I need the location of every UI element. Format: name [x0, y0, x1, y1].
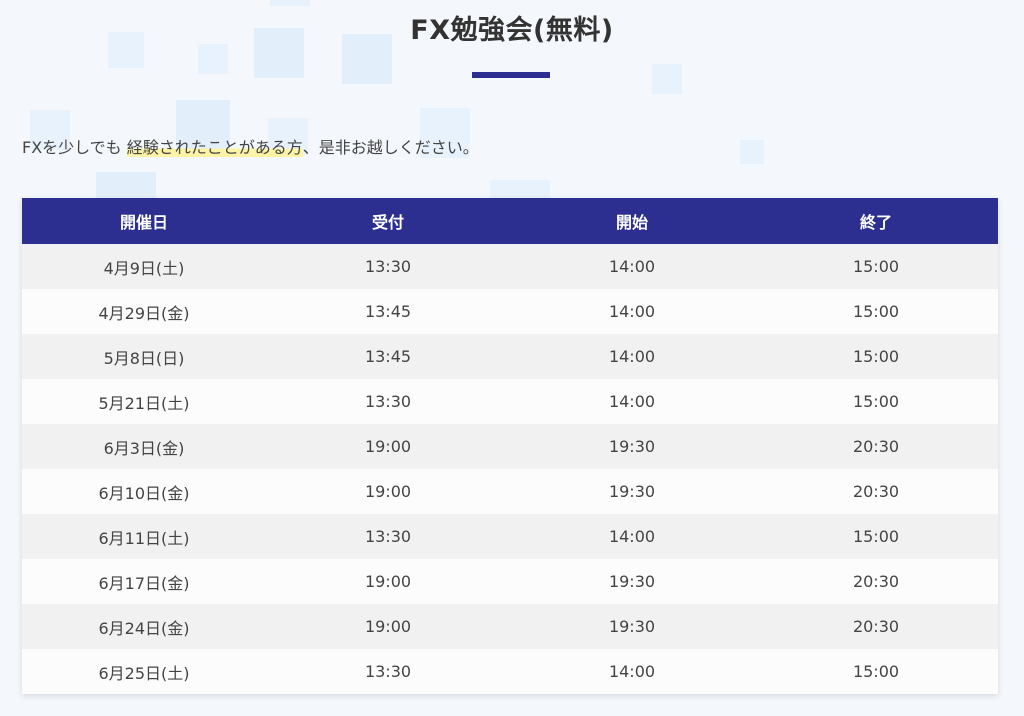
- cell-start: 14:00: [510, 649, 754, 694]
- cell-start: 19:30: [510, 424, 754, 469]
- background-square: [652, 64, 682, 94]
- table-row: 6月10日(金) 19:00 19:30 20:30: [22, 469, 998, 514]
- cell-end: 20:30: [754, 559, 998, 604]
- cell-date: 4月29日(金): [22, 289, 266, 334]
- intro-text-highlight: 経験されたことがある方: [126, 138, 303, 157]
- cell-reception: 19:00: [266, 559, 510, 604]
- column-header-date: 開催日: [22, 198, 266, 244]
- cell-reception: 13:30: [266, 514, 510, 559]
- cell-start: 14:00: [510, 289, 754, 334]
- column-header-end: 終了: [754, 198, 998, 244]
- cell-end: 15:00: [754, 289, 998, 334]
- cell-date: 6月3日(金): [22, 424, 266, 469]
- cell-reception: 13:45: [266, 334, 510, 379]
- cell-date: 5月21日(土): [22, 379, 266, 424]
- cell-end: 15:00: [754, 334, 998, 379]
- page-title: FX勉強会(無料): [410, 15, 614, 46]
- cell-start: 19:30: [510, 469, 754, 514]
- column-header-start: 開始: [510, 198, 754, 244]
- background-square: [198, 44, 228, 74]
- cell-end: 15:00: [754, 379, 998, 424]
- table-row: 4月9日(土) 13:30 14:00 15:00: [22, 244, 998, 289]
- table-row: 5月8日(日) 13:45 14:00 15:00: [22, 334, 998, 379]
- cell-start: 14:00: [510, 379, 754, 424]
- cell-date: 6月11日(土): [22, 514, 266, 559]
- column-header-reception: 受付: [266, 198, 510, 244]
- cell-start: 19:30: [510, 604, 754, 649]
- background-square: [740, 140, 764, 164]
- cell-date: 4月9日(土): [22, 244, 266, 289]
- cell-date: 6月10日(金): [22, 469, 266, 514]
- cell-date: 5月8日(日): [22, 334, 266, 379]
- cell-end: 20:30: [754, 424, 998, 469]
- cell-reception: 13:30: [266, 649, 510, 694]
- cell-end: 15:00: [754, 514, 998, 559]
- cell-date: 6月25日(土): [22, 649, 266, 694]
- intro-text-after: 、是非お越しください。: [302, 138, 479, 157]
- title-underline: [472, 72, 550, 78]
- cell-end: 15:00: [754, 649, 998, 694]
- cell-start: 14:00: [510, 514, 754, 559]
- cell-reception: 19:00: [266, 604, 510, 649]
- table-row: 6月25日(土) 13:30 14:00 15:00: [22, 649, 998, 694]
- background-square: [270, 0, 310, 6]
- cell-reception: 13:45: [266, 289, 510, 334]
- cell-end: 20:30: [754, 469, 998, 514]
- cell-reception: 13:30: [266, 244, 510, 289]
- intro-text: FXを少しでも 経験されたことがある方、是非お越しください。: [22, 134, 479, 158]
- cell-end: 20:30: [754, 604, 998, 649]
- cell-date: 6月17日(金): [22, 559, 266, 604]
- schedule-table: 開催日 受付 開始 終了 4月9日(土) 13:30 14:00 15:00 4…: [22, 198, 998, 694]
- cell-start: 14:00: [510, 334, 754, 379]
- cell-reception: 13:30: [266, 379, 510, 424]
- schedule-table-container: 開催日 受付 開始 終了 4月9日(土) 13:30 14:00 15:00 4…: [22, 198, 998, 694]
- cell-reception: 19:00: [266, 469, 510, 514]
- table-header-row: 開催日 受付 開始 終了: [22, 198, 998, 244]
- cell-reception: 19:00: [266, 424, 510, 469]
- cell-date: 6月24日(金): [22, 604, 266, 649]
- intro-text-before: FXを少しでも: [22, 138, 122, 157]
- cell-start: 19:30: [510, 559, 754, 604]
- cell-end: 15:00: [754, 244, 998, 289]
- table-row: 6月11日(土) 13:30 14:00 15:00: [22, 514, 998, 559]
- cell-start: 14:00: [510, 244, 754, 289]
- table-row: 6月17日(金) 19:00 19:30 20:30: [22, 559, 998, 604]
- table-row: 6月3日(金) 19:00 19:30 20:30: [22, 424, 998, 469]
- table-row: 4月29日(金) 13:45 14:00 15:00: [22, 289, 998, 334]
- table-row: 6月24日(金) 19:00 19:30 20:30: [22, 604, 998, 649]
- table-row: 5月21日(土) 13:30 14:00 15:00: [22, 379, 998, 424]
